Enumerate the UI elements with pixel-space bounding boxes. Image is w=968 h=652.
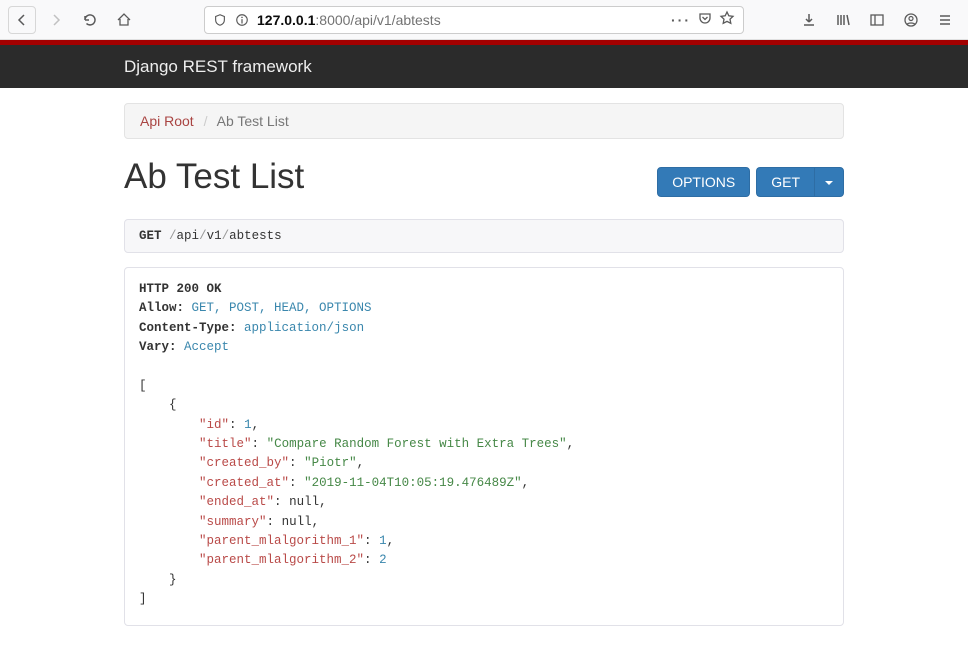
action-buttons: OPTIONS GET xyxy=(657,167,844,197)
sidebar-button[interactable] xyxy=(862,6,892,34)
page-title: Ab Test List xyxy=(124,157,304,197)
url-rest: :8000/api/v1/abtests xyxy=(315,12,440,28)
info-icon xyxy=(235,13,249,27)
json-key-created-by: "created_by" xyxy=(199,456,289,470)
breadcrumb-current: Ab Test List xyxy=(217,113,289,129)
arrow-right-icon xyxy=(48,12,64,28)
navbar: Django REST framework xyxy=(0,45,968,88)
json-val-id: 1 xyxy=(244,418,252,432)
breadcrumb: Api Root / Ab Test List xyxy=(124,103,844,139)
json-val-created-at: "2019-11-04T10:05:19.476489Z" xyxy=(304,476,522,490)
status-line: HTTP 200 OK xyxy=(139,282,222,296)
json-val-ended-at: null xyxy=(289,495,319,509)
request-bar: GET /api/v1/abtests xyxy=(124,219,844,253)
arrow-left-icon xyxy=(14,12,30,28)
chrome-right-controls xyxy=(794,6,960,34)
json-key-summary: "summary" xyxy=(199,515,267,529)
json-val-created-by: "Piotr" xyxy=(304,456,357,470)
json-key-title: "title" xyxy=(199,437,252,451)
downloads-button[interactable] xyxy=(794,6,824,34)
url-host: 127.0.0.1 xyxy=(257,12,315,28)
library-icon xyxy=(835,12,851,28)
json-key-pma1: "parent_mlalgorithm_1" xyxy=(199,534,364,548)
reload-icon xyxy=(82,12,98,28)
main-container: Api Root / Ab Test List Ab Test List OPT… xyxy=(124,88,844,651)
get-dropdown-toggle[interactable] xyxy=(814,167,844,197)
urlbar-actions: ··· xyxy=(671,10,735,29)
page-header: Ab Test List OPTIONS GET xyxy=(124,157,844,207)
path-seg-0: api xyxy=(177,229,200,243)
menu-button[interactable] xyxy=(930,6,960,34)
request-method: GET xyxy=(139,229,162,243)
sidebar-icon xyxy=(869,12,885,28)
vary-label: Vary: xyxy=(139,340,177,354)
options-button[interactable]: OPTIONS xyxy=(657,167,750,197)
bookmark-icon[interactable] xyxy=(719,10,735,29)
path-seg-1: v1 xyxy=(207,229,222,243)
pocket-icon[interactable] xyxy=(697,10,713,29)
allow-value: GET, POST, HEAD, OPTIONS xyxy=(192,301,372,315)
content-type-value: application/json xyxy=(244,321,364,335)
get-button-group: GET xyxy=(756,167,844,197)
shield-icon xyxy=(213,13,227,27)
response-panel: HTTP 200 OK Allow: GET, POST, HEAD, OPTI… xyxy=(124,267,844,626)
breadcrumb-sep: / xyxy=(204,113,208,129)
json-val-title: "Compare Random Forest with Extra Trees" xyxy=(267,437,567,451)
json-key-created-at: "created_at" xyxy=(199,476,289,490)
json-val-pma1: 1 xyxy=(379,534,387,548)
home-icon xyxy=(116,12,132,28)
breadcrumb-root-link[interactable]: Api Root xyxy=(140,113,194,129)
home-button[interactable] xyxy=(110,6,138,34)
account-icon xyxy=(903,12,919,28)
url-text: 127.0.0.1:8000/api/v1/abtests xyxy=(257,12,663,28)
vary-value: Accept xyxy=(184,340,229,354)
forward-button xyxy=(42,6,70,34)
library-button[interactable] xyxy=(828,6,858,34)
page-actions-icon[interactable]: ··· xyxy=(671,12,691,28)
browser-chrome: 127.0.0.1:8000/api/v1/abtests ··· xyxy=(0,0,968,40)
chevron-down-icon xyxy=(825,181,833,185)
json-key-pma2: "parent_mlalgorithm_2" xyxy=(199,553,364,567)
back-button[interactable] xyxy=(8,6,36,34)
brand-label[interactable]: Django REST framework xyxy=(124,57,312,76)
get-button[interactable]: GET xyxy=(756,167,814,197)
download-icon xyxy=(801,12,817,28)
allow-label: Allow: xyxy=(139,301,184,315)
content-type-label: Content-Type: xyxy=(139,321,237,335)
account-button[interactable] xyxy=(896,6,926,34)
path-seg-2: abtests xyxy=(229,229,282,243)
json-key-id: "id" xyxy=(199,418,229,432)
json-key-ended-at: "ended_at" xyxy=(199,495,274,509)
json-val-pma2: 2 xyxy=(379,553,387,567)
json-val-summary: null xyxy=(282,515,312,529)
url-bar[interactable]: 127.0.0.1:8000/api/v1/abtests ··· xyxy=(204,6,744,34)
reload-button[interactable] xyxy=(76,6,104,34)
hamburger-icon xyxy=(937,12,953,28)
